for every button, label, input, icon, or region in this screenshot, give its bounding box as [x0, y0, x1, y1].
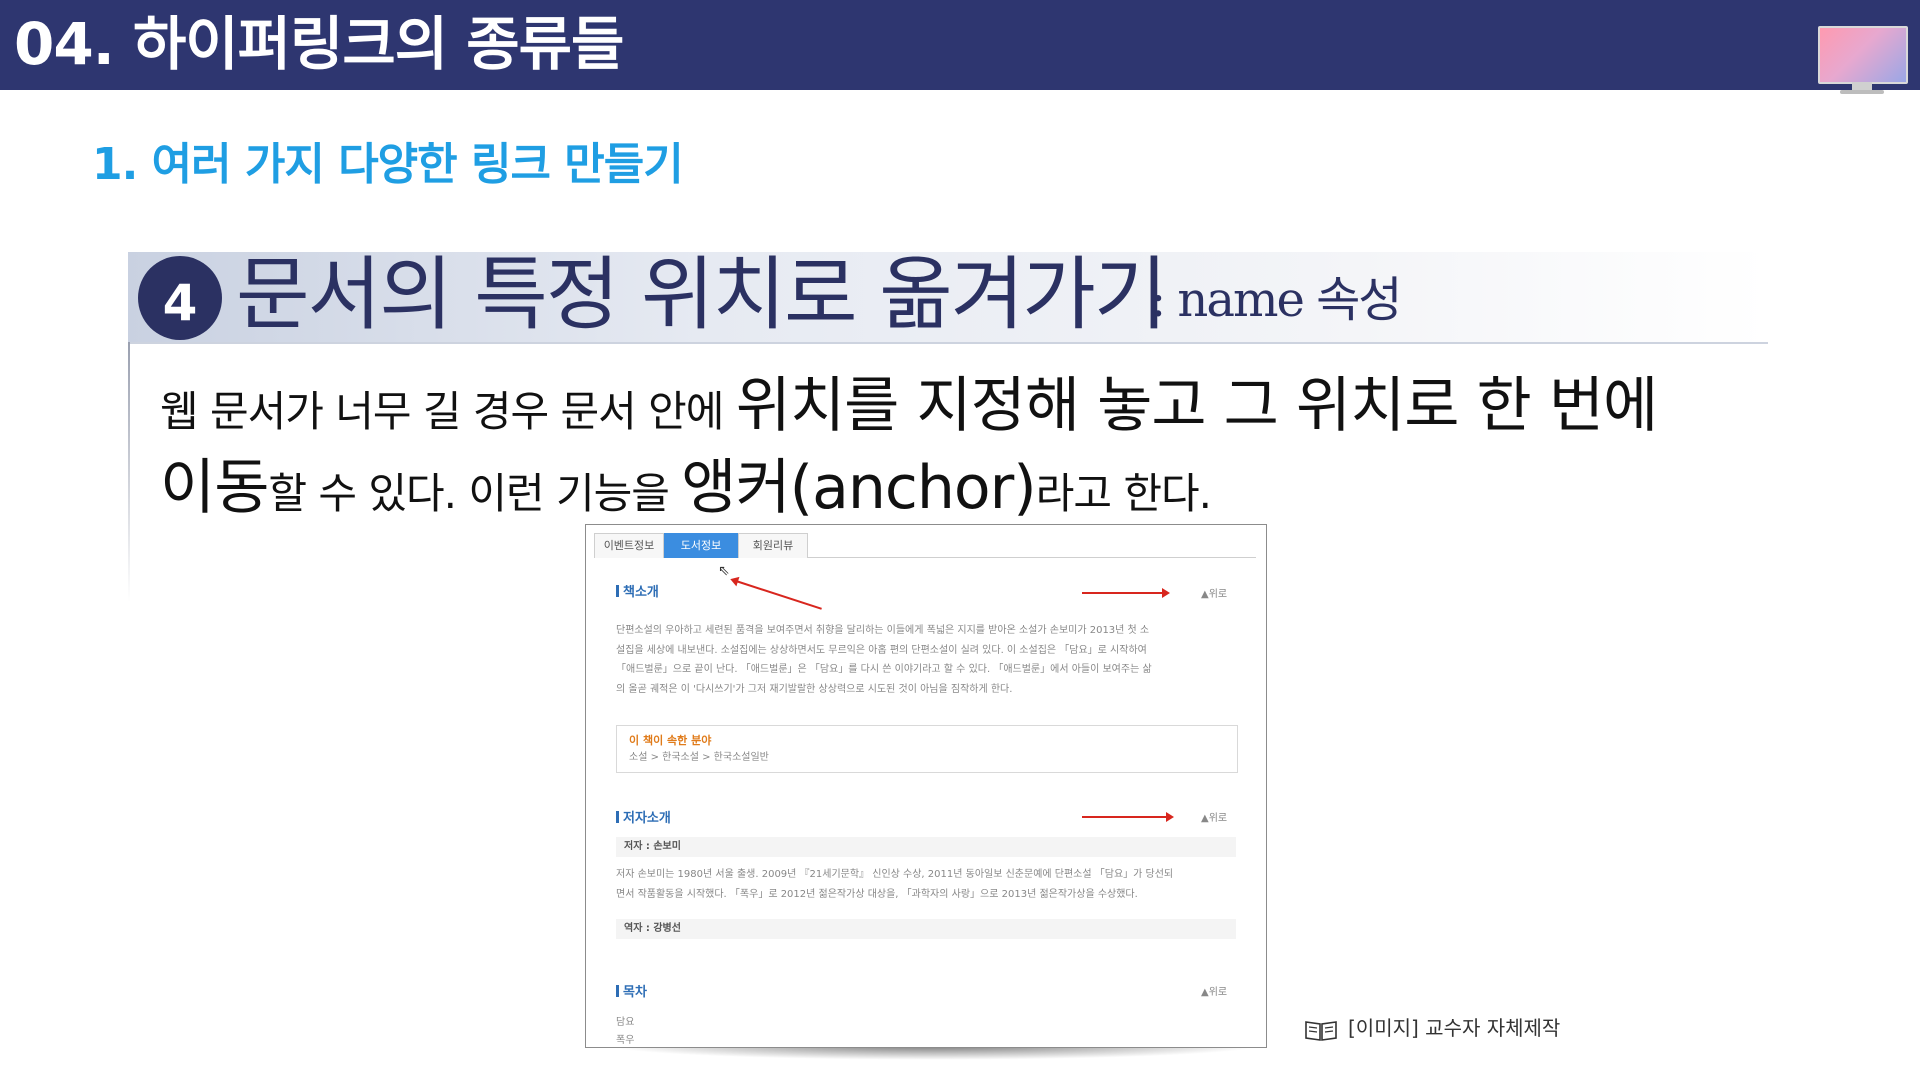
- book-intro-text: 단편소설의 우아하고 세련된 품격을 보여주면서 취향을 달리하는 이들에게 폭…: [616, 625, 1152, 695]
- arrow-icon: [1082, 588, 1170, 598]
- heading-author-intro[interactable]: 저자소개: [616, 807, 671, 826]
- author-row: 저자 : 손보미: [616, 837, 1236, 857]
- author-bio: 저자 손보미는 1980년 서울 출생. 2009년 『21세기문학』 신인상 …: [616, 869, 1174, 900]
- subtitle: 1. 여러 가지 다양한 링크 만들기: [92, 139, 684, 190]
- up-link[interactable]: ▲위로: [1201, 809, 1227, 824]
- cursor-icon: ⇖: [718, 563, 730, 579]
- book-icon: [1304, 1019, 1338, 1041]
- section-suffix: : name 속성: [1150, 272, 1402, 328]
- tab-bar: 이벤트정보 도서정보 회원리뷰: [594, 533, 1256, 558]
- tab-event-info[interactable]: 이벤트정보: [594, 533, 664, 558]
- translator-row: 역자 : 강병선: [616, 919, 1236, 939]
- toc-item[interactable]: 담요: [616, 1013, 634, 1028]
- monitor-icon: [1818, 26, 1908, 96]
- tab-book-info[interactable]: 도서정보: [664, 533, 738, 558]
- section-title: 문서의 특정 위치로 옮겨가기: [236, 248, 1167, 341]
- toc-item[interactable]: 폭우: [616, 1031, 634, 1046]
- tab-member-review[interactable]: 회원리뷰: [738, 533, 808, 558]
- header-bar: 04. 하이퍼링크의 종류들: [0, 0, 1920, 94]
- arrow-icon: [1082, 812, 1174, 822]
- section-number: 4: [138, 256, 222, 340]
- heading-toc[interactable]: 목차: [616, 981, 647, 1000]
- example-screenshot: 이벤트정보 도서정보 회원리뷰 ⇖ 책소개 ▲위로 단편소설의 우아하고 세련된…: [585, 524, 1267, 1048]
- up-link[interactable]: ▲위로: [1201, 585, 1227, 600]
- heading-book-intro[interactable]: 책소개: [616, 581, 659, 600]
- body-paragraph: 웹 문서가 너무 길 경우 문서 안에 위치를 지정해 놓고 그 위치로 한 번…: [160, 371, 1658, 523]
- arrow-icon: [735, 580, 822, 610]
- image-caption: [이미지] 교수자 자체제작: [1304, 1012, 1560, 1041]
- page-title: 04. 하이퍼링크의 종류들: [14, 10, 624, 78]
- field-box: 이 책이 속한 분야 소설 > 한국소설 > 한국소설일반: [616, 725, 1238, 773]
- up-link[interactable]: ▲위로: [1201, 983, 1227, 998]
